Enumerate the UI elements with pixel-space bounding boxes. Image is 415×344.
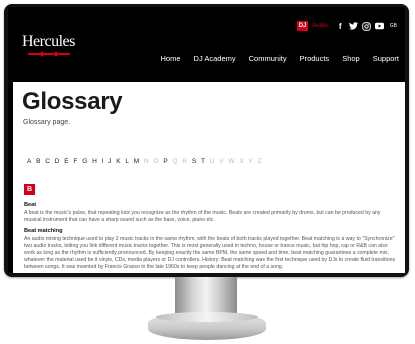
top-utility-bar: DJ Audio f GB xyxy=(296,20,397,32)
nav-item-dj-academy[interactable]: DJ Academy xyxy=(194,54,236,63)
alphabet-letter-w: W xyxy=(228,158,235,165)
nav-item-products[interactable]: Products xyxy=(300,54,330,63)
dj-badge[interactable]: DJ xyxy=(296,21,309,31)
alphabet-letter-n: N xyxy=(144,158,149,165)
alphabet-letter-o: O xyxy=(153,158,159,165)
term-title: Beat xyxy=(24,202,37,208)
term-title: Beat matching xyxy=(24,228,63,234)
nav-item-home[interactable]: Home xyxy=(161,54,181,63)
term-definition: A beat is the music's pulse, that repeat… xyxy=(24,210,381,223)
alphabet-letter-g[interactable]: G xyxy=(82,158,87,165)
logo-text: Hercules xyxy=(22,33,75,50)
alphabet-letter-m[interactable]: M xyxy=(134,158,139,165)
alphabet-letter-p[interactable]: P xyxy=(163,158,167,165)
alphabet-letter-s[interactable]: S xyxy=(192,158,196,165)
site-header: Hercules DJ Audio f GB Home DJ Academy C… xyxy=(8,7,405,76)
alphabet-letter-k[interactable]: K xyxy=(116,158,120,165)
alphabet-letter-d[interactable]: D xyxy=(55,158,60,165)
audio-link[interactable]: Audio xyxy=(312,23,327,29)
alphabet-letter-t[interactable]: T xyxy=(201,158,205,165)
nav-item-shop[interactable]: Shop xyxy=(342,54,360,63)
alphabet-letter-x: X xyxy=(239,158,244,165)
alphabet-letter-u: U xyxy=(209,158,215,165)
term-definition: An audio mixing technique used to play 2… xyxy=(24,236,396,270)
facebook-icon[interactable]: f xyxy=(336,22,345,31)
alphabet-letter-j[interactable]: J xyxy=(108,158,111,165)
alphabet-letter-v: V xyxy=(219,158,224,165)
alphabet-letter-f[interactable]: F xyxy=(73,158,77,165)
page-content: Glossary Glossary page. ABCDEFGHIJKLMNOP… xyxy=(13,82,405,273)
alphabet-letter-r: R xyxy=(182,158,188,165)
alphabet-letter-q: Q xyxy=(172,158,178,165)
alphabet-letter-e[interactable]: E xyxy=(64,158,68,165)
section-letter-badge: B xyxy=(24,184,35,195)
nav-item-support[interactable]: Support xyxy=(373,54,399,63)
youtube-icon[interactable] xyxy=(374,22,384,31)
logo-accent xyxy=(28,53,70,55)
alphabet-letter-l[interactable]: L xyxy=(125,158,129,165)
instagram-icon[interactable] xyxy=(362,21,371,31)
monitor-screen: Hercules DJ Audio f GB Home DJ Academy C… xyxy=(8,7,405,273)
monitor-stand-base-highlight xyxy=(156,312,258,322)
alphabet-letter-z: Z xyxy=(257,158,262,165)
monitor-stand-neck xyxy=(175,277,237,313)
alphabet-letter-y: Y xyxy=(248,158,253,165)
monitor-frame: Hercules DJ Audio f GB Home DJ Academy C… xyxy=(4,4,409,277)
twitter-icon[interactable] xyxy=(348,22,358,31)
page-subtitle: Glossary page. xyxy=(23,119,71,126)
hercules-logo[interactable]: Hercules xyxy=(22,33,82,61)
main-nav: Home DJ Academy Community Products Shop … xyxy=(161,51,399,65)
nav-item-community[interactable]: Community xyxy=(249,54,287,63)
alphabet-letter-c[interactable]: C xyxy=(45,158,50,165)
alphabet-letter-h[interactable]: H xyxy=(92,158,97,165)
page-title: Glossary xyxy=(22,88,123,115)
alphabet-index: ABCDEFGHIJKLMNOPQRSTUVWXYZ xyxy=(27,158,262,165)
alphabet-letter-i[interactable]: I xyxy=(102,158,104,165)
language-selector[interactable]: GB xyxy=(390,23,397,29)
alphabet-letter-b[interactable]: B xyxy=(36,158,40,165)
alphabet-letter-a[interactable]: A xyxy=(27,158,31,165)
